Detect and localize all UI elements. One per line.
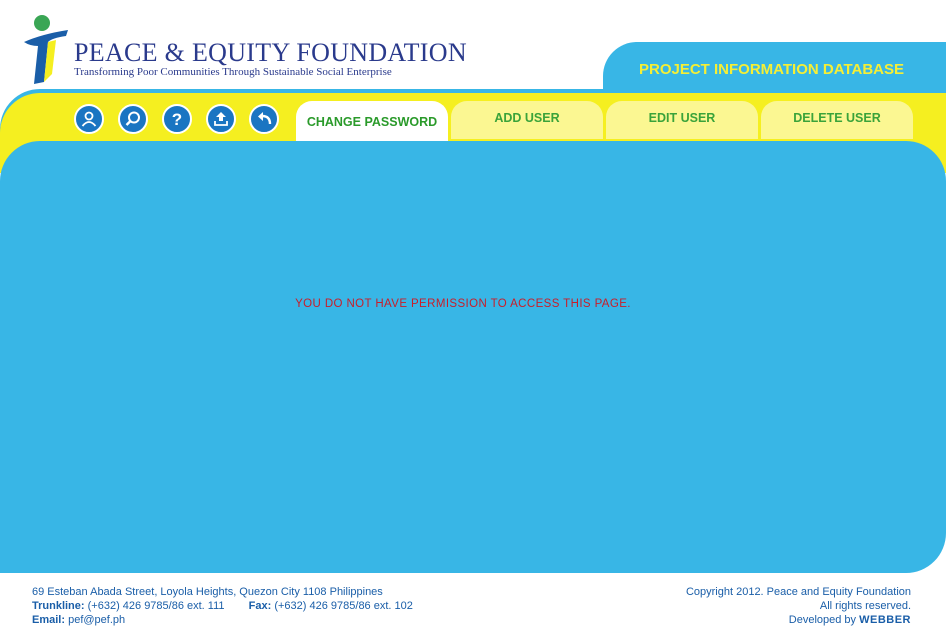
trunkline-label: Trunkline: <box>32 600 85 612</box>
rights-text: All rights reserved. <box>819 600 911 612</box>
logo: PEACE & EQUITY FOUNDATION Transforming P… <box>22 12 467 92</box>
help-icon[interactable]: ? <box>162 104 192 134</box>
content-panel <box>0 141 946 573</box>
footer-address: 69 Esteban Abada Street, Loyola Heights,… <box>32 586 383 598</box>
tab-delete-user[interactable]: DELETE USER <box>761 101 913 139</box>
help-icon-glyph: ? <box>171 109 183 129</box>
fax-label: Fax: <box>248 600 272 612</box>
search-icon-glyph <box>125 111 140 126</box>
back-icon[interactable] <box>249 104 279 134</box>
tab-change-password[interactable]: CHANGE PASSWORD <box>296 101 448 143</box>
trunkline-value: (+632) 426 9785/86 ext. 111 <box>87 600 225 612</box>
upload-icon-glyph <box>214 112 228 126</box>
email-label: Email: <box>32 614 66 626</box>
org-tagline: Transforming Poor Communities Through Su… <box>74 66 392 78</box>
upload-icon[interactable] <box>206 104 236 134</box>
back-icon-glyph <box>258 112 272 125</box>
tab-edit-user[interactable]: EDIT USER <box>606 101 758 139</box>
footer-email-line: Email: pef@pef.ph <box>32 613 413 627</box>
app-title: PROJECT INFORMATION DATABASE <box>639 61 904 78</box>
footer-phone-line: Trunkline: (+632) 426 9785/86 ext. 111 F… <box>32 599 413 613</box>
copyright-text: Copyright 2012. Peace and Equity Foundat… <box>685 586 911 598</box>
footer-contact: 69 Esteban Abada Street, Loyola Heights,… <box>32 585 413 627</box>
developed-by-text: Developed by <box>788 614 857 626</box>
email-link[interactable]: pef@pef.ph <box>68 614 125 626</box>
search-icon[interactable] <box>118 104 148 134</box>
org-name: PEACE & EQUITY FOUNDATION <box>74 38 467 67</box>
fax-value: (+632) 426 9785/86 ext. 102 <box>274 600 413 612</box>
developer-line: Developed by WEBBER <box>686 613 911 627</box>
user-icon-glyph <box>81 111 97 127</box>
tab-add-user[interactable]: ADD USER <box>451 101 603 139</box>
footer-copyright: Copyright 2012. Peace and Equity Foundat… <box>686 585 911 627</box>
developer-link[interactable]: WEBBER <box>859 614 911 626</box>
permission-error-message: YOU DO NOT HAVE PERMISSION TO ACCESS THI… <box>295 298 631 310</box>
user-icon[interactable] <box>74 104 104 134</box>
pef-logo-icon <box>24 15 68 84</box>
